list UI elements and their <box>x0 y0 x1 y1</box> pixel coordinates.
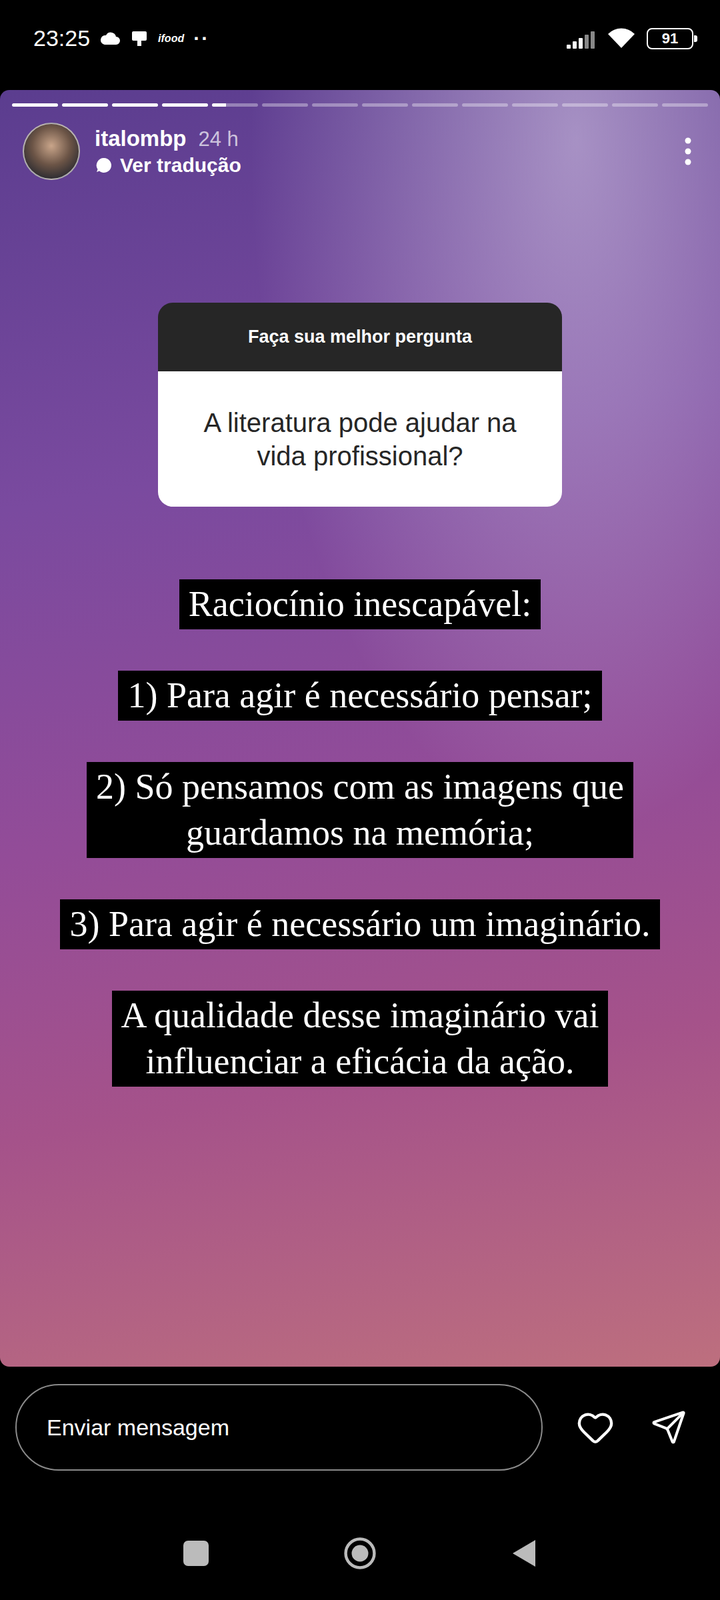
cloud-icon <box>99 31 121 46</box>
question-text: A literatura pode ajudar na vida profiss… <box>158 371 562 507</box>
notification-icon: ifood <box>158 32 184 45</box>
reply-bar: Enviar mensagem <box>0 1366 720 1471</box>
recents-button[interactable] <box>179 1506 213 1600</box>
menu-button[interactable] <box>674 136 702 166</box>
store-icon <box>130 29 149 48</box>
progress-segment <box>262 103 308 107</box>
screen: 23:25 ifood ·· 91 italombp 24 hVer tradução Fa… <box>0 0 720 1600</box>
progress-segment <box>112 103 158 107</box>
user-name[interactable]: italombp <box>94 126 187 152</box>
question-sticker: Faça sua melhor perguntaA literatura pod… <box>158 302 562 507</box>
progress-segment <box>512 103 558 107</box>
progress-segment <box>412 103 458 107</box>
caption-box: A qualidade desse imaginário vaiinfluenc… <box>112 990 609 1087</box>
captions: Raciocínio inescapável: 1) Para agir é ne… <box>12 579 708 1087</box>
story-header: italombp 24 hVer tradução <box>12 122 708 180</box>
heart-icon <box>576 1408 615 1447</box>
progress-segment <box>612 103 658 107</box>
translate-button[interactable]: Ver tradução <box>94 154 242 177</box>
caption-box: 3) Para agir é necessário um imaginário. <box>60 899 660 950</box>
caption-box: 2) Só pensamos com as imagens queguardam… <box>86 762 634 858</box>
caption-box: Raciocínio inescapável: <box>179 579 541 630</box>
nav-bar <box>0 1470 720 1600</box>
progress-segment <box>12 103 58 107</box>
like-button[interactable] <box>574 1406 616 1448</box>
story-card[interactable]: italombp 24 hVer tradução Faça sua melhor … <box>0 90 720 1367</box>
caption-box: 1) Para agir é necessário pensar; <box>118 670 602 721</box>
home-button[interactable] <box>343 1506 377 1600</box>
progress-segment <box>212 103 258 107</box>
progress-segment <box>162 103 208 107</box>
wifi-icon <box>606 28 636 50</box>
progress-segment <box>312 103 358 107</box>
status-time: 23:25 <box>33 25 90 52</box>
progress-segment <box>362 103 408 107</box>
story-age: 24 h <box>198 127 239 152</box>
back-button[interactable] <box>507 1506 541 1600</box>
more-notifications: ·· <box>193 27 210 50</box>
story-progress <box>12 103 708 107</box>
square-icon <box>182 1539 210 1568</box>
progress-segment <box>662 103 708 107</box>
translate-icon <box>94 156 114 175</box>
circle-icon <box>343 1534 377 1572</box>
signal-icon <box>566 28 596 49</box>
progress-segment <box>462 103 508 107</box>
send-button[interactable] <box>648 1406 690 1448</box>
battery-indicator: 91 <box>646 28 694 50</box>
question-prompt: Faça sua melhor pergunta <box>158 302 562 372</box>
more-icon <box>684 136 692 166</box>
send-icon <box>650 1409 687 1446</box>
user-avatar[interactable] <box>22 122 80 180</box>
message-input[interactable]: Enviar mensagem <box>15 1384 543 1471</box>
status-bar: 23:25 ifood ·· 91 <box>0 0 720 77</box>
progress-segment <box>62 103 108 107</box>
progress-segment <box>562 103 608 107</box>
triangle-icon <box>510 1538 538 1569</box>
